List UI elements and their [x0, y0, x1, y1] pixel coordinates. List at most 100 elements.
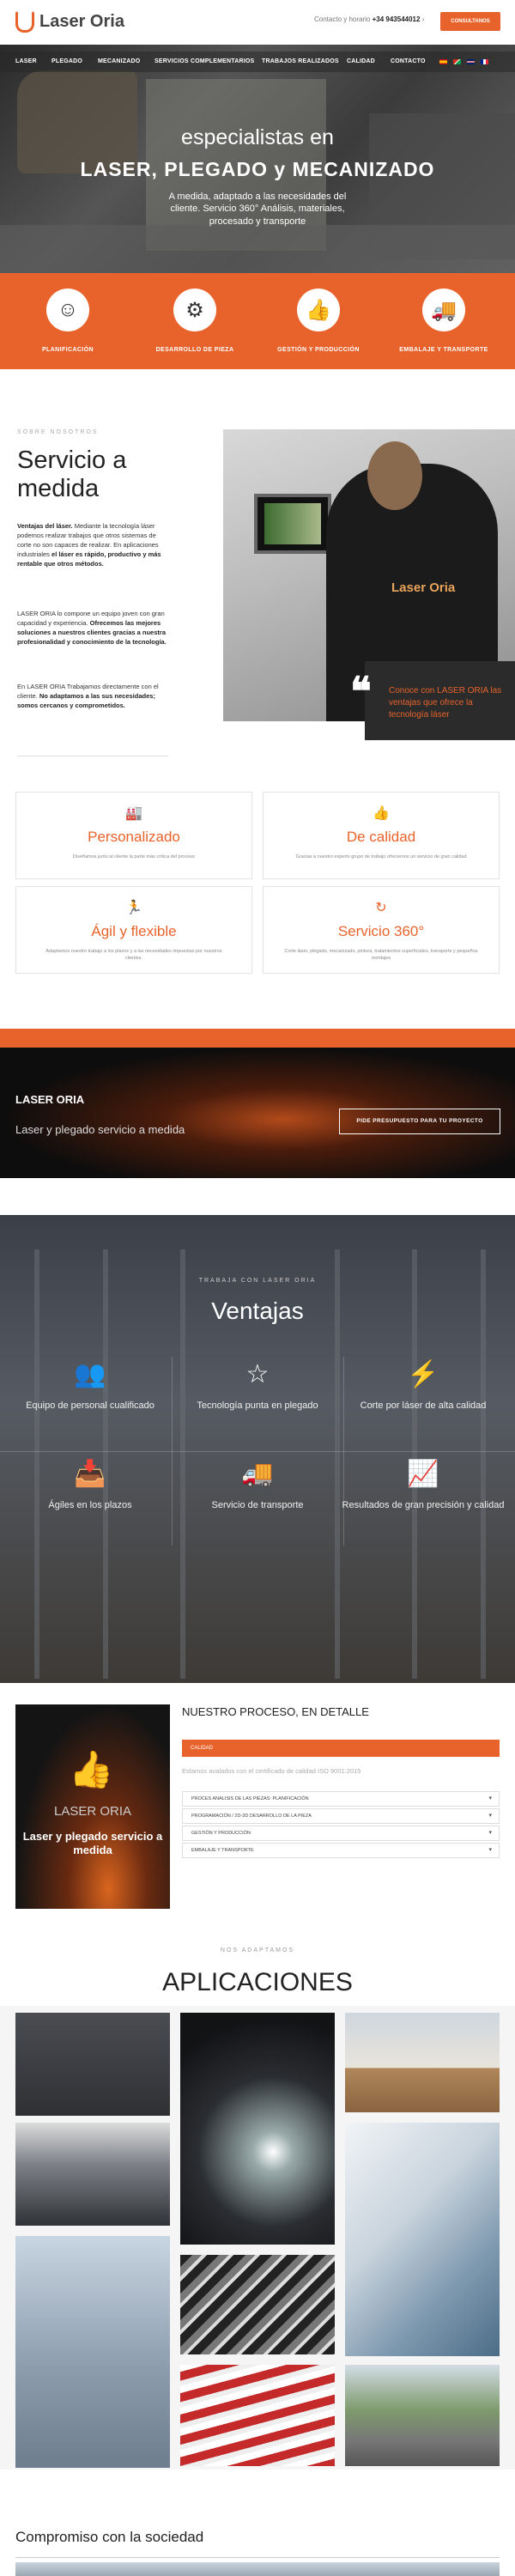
flag-eu-icon[interactable] [453, 59, 461, 64]
nav-item-mecanizado[interactable]: MECANIZADO [98, 58, 140, 64]
hero-title-line2: LASER, PLEGADO y MECANIZADO [80, 158, 435, 180]
head-gear-icon: ☺ [46, 289, 89, 331]
advantage-transporte: 🚚 Servicio de transporte [172, 1461, 343, 1511]
quote-text: Conoce con LASER ORIA las ventajas que o… [389, 686, 502, 720]
feature-embalaje: 🚚 EMBALAJE Y TRANSPORTE [379, 289, 508, 353]
advantage-label: Ágiles en los plazos [48, 1500, 132, 1510]
flag-es-icon[interactable] [439, 59, 447, 64]
gallery-image-steel-pattern[interactable] [180, 2255, 335, 2354]
gallery-image-red-curves[interactable] [180, 2365, 335, 2466]
card-title: Ágil y flexible [91, 923, 177, 939]
gear-icon: ⚙ [173, 289, 216, 331]
feature-label: PLANIFICACIÓN [41, 347, 94, 353]
advantage-label: Resultados de gran precisión y calidad [342, 1500, 505, 1510]
card-description: Diseñamos junto al cliente la parte más … [72, 854, 196, 860]
team-icon: 👥 [74, 1360, 106, 1388]
applications-kicker: NOS ADAPTAMOS [220, 1947, 295, 1953]
hero-title-line1: especialistas en [181, 125, 334, 149]
feature-label: EMBALAJE Y TRANSPORTE [399, 347, 488, 353]
features-bar: ☺ PLANIFICACIÓN ⚙ DESARROLLO DE PIEZA 👍 … [0, 273, 515, 369]
about-title: Servicio a medida [17, 447, 127, 503]
process-image-subtitle: Laser y plegado servicio a medida [22, 1830, 163, 1856]
logo-text[interactable]: Laser Oria [39, 12, 124, 32]
accordion-label: EMBALAJE Y TRANSPORTE [191, 1848, 254, 1853]
feature-label: DESARROLLO DE PIEZA [155, 347, 234, 353]
phone-number[interactable]: +34 943544012 [373, 15, 421, 23]
accordion-label: PROCES ANALISIS DE LAS PIEZAS: PLANIFICA… [191, 1796, 309, 1801]
advantages-section [0, 1215, 515, 1683]
gallery-image-architecture[interactable] [345, 2123, 500, 2356]
accordion-label: PROGRAMACIÓN / 2D-3D DESARROLLO DE LA PI… [191, 1814, 312, 1819]
advantage-label: Tecnología punta en plegado [197, 1400, 318, 1411]
feature-gestion: 👍 GESTIÓN Y PRODUCCIÓN [254, 289, 383, 353]
process-note: Estamos avalados con el certificado de c… [182, 1767, 361, 1775]
truck-icon: 🚚 [241, 1460, 274, 1488]
accordion-active-calidad[interactable]: CALIDAD [182, 1740, 500, 1757]
about-kicker: SOBRE NOSOTROS [17, 429, 99, 435]
accordion-item[interactable]: GESTIÓN Y PRODUCCIÓN ▾ [182, 1826, 500, 1841]
thumbs-up-icon: 👍 [373, 806, 390, 821]
cta-stripe [0, 1029, 515, 1048]
card-personalizado: 🏭 Personalizado Diseñamos junto al clien… [15, 792, 252, 879]
gallery-image-wind-field[interactable] [345, 2013, 500, 2112]
chevron-down-icon: ▾ [488, 1813, 492, 1819]
advantage-label: Equipo de personal cualificado [26, 1400, 154, 1411]
nav-item-laser[interactable]: LASER [15, 58, 37, 64]
process-title: NUESTRO PROCESO, EN DETALLE [182, 1705, 369, 1718]
divider [15, 2557, 500, 2558]
nav-item-servicios[interactable]: SERVICIOS COMPLEMENTARIOS [154, 58, 254, 64]
advantage-label: Servicio de transporte [211, 1500, 304, 1510]
photo-screen-display [264, 503, 321, 544]
flag-en-icon[interactable] [467, 59, 475, 64]
nav-item-calidad[interactable]: CALIDAD [347, 58, 375, 64]
nav-item-trabajos[interactable]: TRABAJOS REALIZADOS [262, 58, 339, 64]
thumbs-up-icon: 👍 [297, 289, 340, 331]
accordion-label: GESTIÓN Y PRODUCCIÓN [191, 1831, 251, 1836]
gallery-image-office-cabinets[interactable] [15, 2013, 170, 2116]
laser-icon: ⚡ [407, 1360, 439, 1388]
photo-shirt-logo: Laser Oria [391, 580, 456, 595]
process-image-title: LASER ORIA [53, 1804, 132, 1819]
bold-text: Ventajas del láser. [17, 522, 73, 530]
nav-item-contacto[interactable]: CONTACTO [391, 58, 426, 64]
gallery-image-office-floor[interactable] [15, 2123, 170, 2226]
nav-item-plegado[interactable]: PLEGADO [52, 58, 82, 64]
card-agil: 🏃 Ágil y flexible Adaptamos nuestro trab… [15, 886, 252, 974]
chart-icon: 📈 [407, 1460, 439, 1488]
cta-title: LASER ORIA [15, 1093, 85, 1106]
consult-button[interactable]: CONSULTANOS [440, 12, 500, 31]
main-nav: LASER PLEGADO MECANIZADO SERVICIOS COMPL… [0, 52, 515, 72]
chevron-down-icon: ▾ [488, 1830, 492, 1836]
card-title: Servicio 360° [337, 923, 425, 939]
contact-info[interactable]: Contacto y horario +34 943544012 › [314, 15, 424, 23]
accordion-item[interactable]: EMBALAJE Y TRANSPORTE ▾ [182, 1843, 500, 1858]
refresh-icon: ↻ [375, 901, 387, 915]
inbox-icon: 📥 [74, 1460, 106, 1488]
gallery-image-tunnel[interactable] [180, 2013, 335, 2245]
gallery-image-street[interactable] [345, 2365, 500, 2466]
factory-icon: 🏭 [125, 806, 142, 821]
quote-icon: ❝ [350, 669, 372, 714]
advantage-equipo: 👥 Equipo de personal cualificado [4, 1362, 176, 1412]
accordion-item[interactable]: PROGRAMACIÓN / 2D-3D DESARROLLO DE LA PI… [182, 1808, 500, 1824]
site-header: Laser Oria Contacto y horario +34 943544… [0, 0, 515, 45]
logo-icon[interactable] [15, 10, 34, 33]
applications-title: APLICACIONES [162, 1968, 353, 1996]
about-paragraph-2: LASER ORIA lo compone un equipo joven co… [17, 610, 168, 647]
flag-fr-icon[interactable] [481, 59, 488, 64]
feature-desarrollo: ⚙ DESARROLLO DE PIEZA [130, 289, 259, 353]
chevron-down-icon: ▾ [488, 1847, 492, 1853]
photo-person-head [367, 441, 422, 510]
card-title: De calidad [346, 829, 416, 845]
gallery-image-wind-turbine[interactable] [15, 2236, 170, 2468]
advantages-title: Ventajas [211, 1297, 304, 1324]
card-description: Adaptamos nuestro trabajo a los plazos y… [45, 949, 222, 961]
card-description: Gracias a nuestro experto grupo de traba… [295, 854, 467, 860]
quote-request-button[interactable]: PIDE PRESUPUESTO PARA TU PROYECTO [339, 1109, 500, 1134]
feature-planificacion: ☺ PLANIFICACIÓN [3, 289, 132, 353]
about-paragraph-3: En LASER ORIA Trabajamos directamente co… [17, 683, 168, 711]
star-icon: ☆ [245, 1360, 270, 1388]
accordion-item[interactable]: PROCES ANALISIS DE LAS PIEZAS: PLANIFICA… [182, 1791, 500, 1807]
chevron-down-icon: ▾ [488, 1795, 492, 1801]
footer-image [15, 2562, 500, 2576]
